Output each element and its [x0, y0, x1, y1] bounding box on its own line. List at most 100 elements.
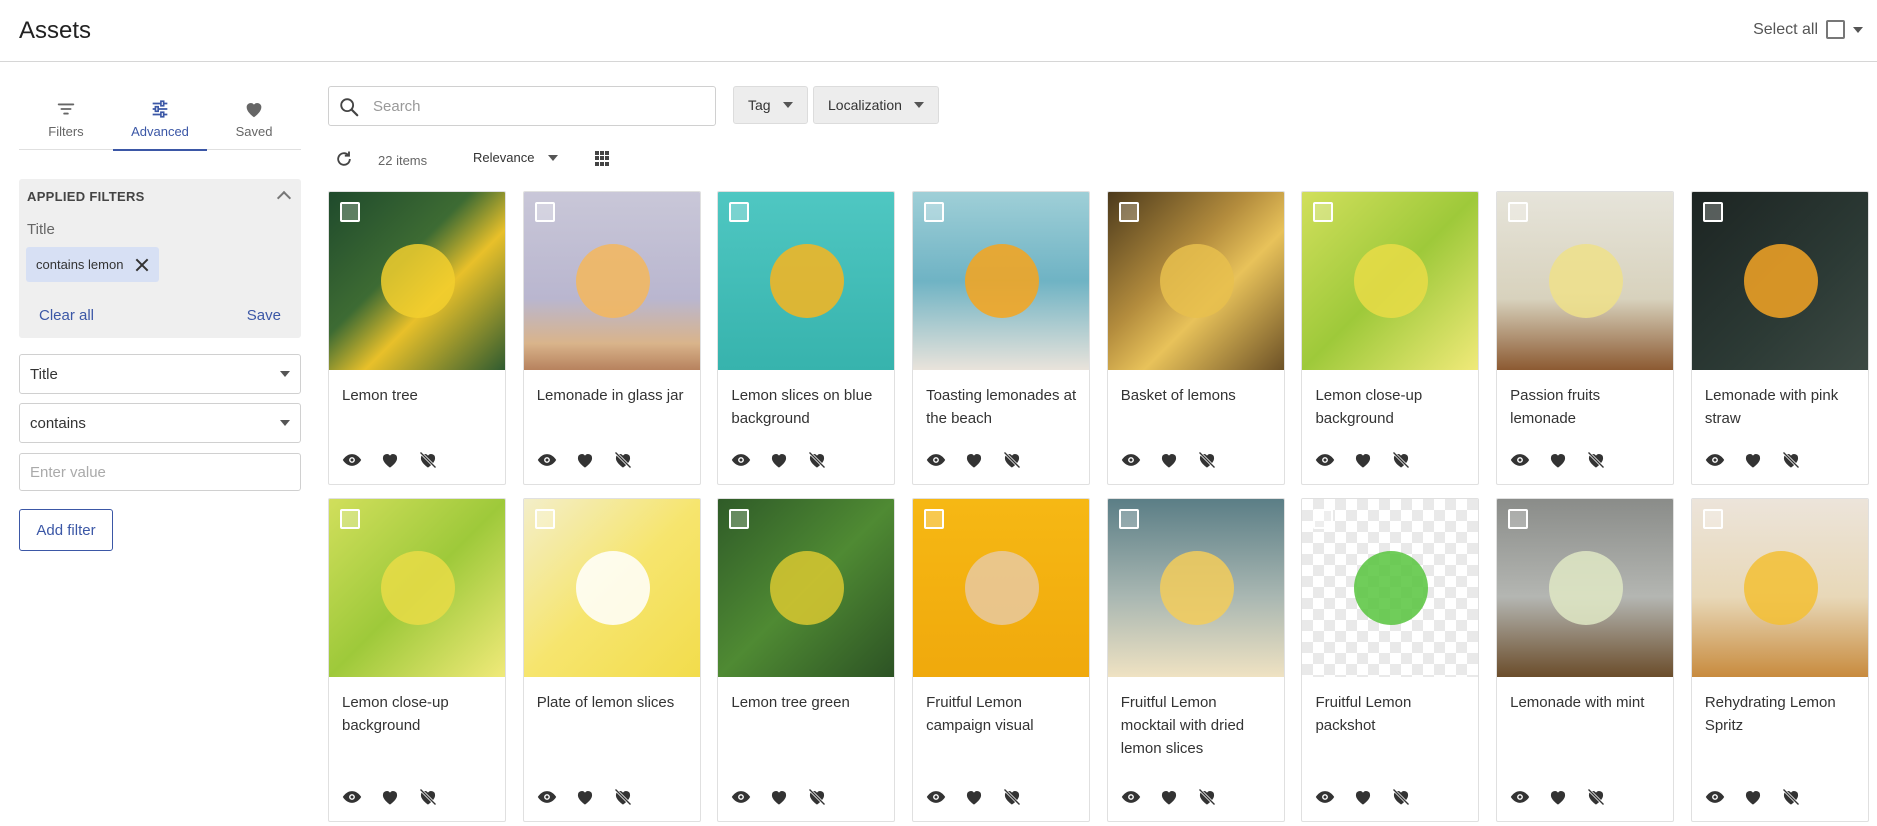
- asset-select-checkbox[interactable]: [924, 202, 945, 222]
- asset-thumbnail[interactable]: [1107, 192, 1284, 370]
- preview-eye-icon[interactable]: [731, 450, 751, 470]
- asset-thumbnail[interactable]: [1691, 499, 1868, 677]
- asset-thumbnail[interactable]: [329, 499, 505, 677]
- favorite-heart-icon[interactable]: [1353, 450, 1373, 470]
- close-icon[interactable]: [135, 258, 149, 272]
- preview-eye-icon[interactable]: [1510, 787, 1530, 807]
- preview-eye-icon[interactable]: [1510, 450, 1530, 470]
- asset-card[interactable]: Lemon close-up background: [1301, 191, 1480, 485]
- asset-select-checkbox[interactable]: [1702, 509, 1723, 529]
- favorite-heart-icon[interactable]: [1159, 787, 1179, 807]
- asset-select-checkbox[interactable]: [1118, 509, 1139, 529]
- asset-card[interactable]: Plate of lemon slices: [522, 498, 701, 822]
- asset-card[interactable]: Lemon tree green: [717, 498, 896, 822]
- asset-select-checkbox[interactable]: [340, 509, 360, 529]
- asset-thumbnail[interactable]: [913, 192, 1090, 370]
- asset-card[interactable]: Lemon slices on blue background: [717, 191, 896, 485]
- unfavorite-heart-icon[interactable]: [418, 450, 438, 470]
- asset-thumbnail[interactable]: [718, 499, 895, 677]
- asset-thumbnail[interactable]: [523, 192, 700, 370]
- asset-select-checkbox[interactable]: [1313, 202, 1334, 222]
- grid-view-icon[interactable]: [595, 151, 610, 166]
- preview-eye-icon[interactable]: [1315, 787, 1335, 807]
- favorite-heart-icon[interactable]: [1743, 450, 1763, 470]
- favorite-heart-icon[interactable]: [1353, 787, 1373, 807]
- favorite-heart-icon[interactable]: [380, 787, 400, 807]
- favorite-heart-icon[interactable]: [964, 787, 984, 807]
- favorite-heart-icon[interactable]: [1548, 787, 1568, 807]
- tab-advanced[interactable]: Advanced: [113, 92, 207, 151]
- unfavorite-heart-icon[interactable]: [1002, 787, 1022, 807]
- search-input[interactable]: [373, 87, 703, 125]
- unfavorite-heart-icon[interactable]: [1197, 787, 1217, 807]
- asset-select-checkbox[interactable]: [1508, 202, 1529, 222]
- chevron-down-icon[interactable]: [1853, 26, 1863, 33]
- unfavorite-heart-icon[interactable]: [1002, 450, 1022, 470]
- asset-select-checkbox[interactable]: [924, 509, 945, 529]
- favorite-heart-icon[interactable]: [1548, 450, 1568, 470]
- asset-thumbnail[interactable]: [329, 192, 505, 370]
- asset-card[interactable]: Fruitful Lemon mocktail with dried lemon…: [1106, 498, 1285, 822]
- favorite-heart-icon[interactable]: [1159, 450, 1179, 470]
- asset-thumbnail[interactable]: [1691, 192, 1868, 370]
- preview-eye-icon[interactable]: [537, 450, 557, 470]
- asset-select-checkbox[interactable]: [1702, 202, 1723, 222]
- unfavorite-heart-icon[interactable]: [1197, 450, 1217, 470]
- preview-eye-icon[interactable]: [342, 787, 362, 807]
- unfavorite-heart-icon[interactable]: [1586, 450, 1606, 470]
- favorite-heart-icon[interactable]: [1743, 787, 1763, 807]
- preview-eye-icon[interactable]: [1705, 787, 1725, 807]
- select-all-checkbox[interactable]: [1826, 20, 1845, 39]
- preview-eye-icon[interactable]: [731, 787, 751, 807]
- preview-eye-icon[interactable]: [537, 787, 557, 807]
- preview-eye-icon[interactable]: [342, 450, 362, 470]
- preview-eye-icon[interactable]: [1315, 450, 1335, 470]
- asset-card[interactable]: Toasting lemonades at the beach: [912, 191, 1091, 485]
- unfavorite-heart-icon[interactable]: [1781, 787, 1801, 807]
- asset-card[interactable]: Passion fruits lemonade: [1496, 191, 1675, 485]
- favorite-heart-icon[interactable]: [380, 450, 400, 470]
- preview-eye-icon[interactable]: [1121, 450, 1141, 470]
- tab-saved[interactable]: Saved: [207, 92, 301, 150]
- unfavorite-heart-icon[interactable]: [613, 787, 633, 807]
- asset-select-checkbox[interactable]: [729, 509, 750, 529]
- asset-thumbnail[interactable]: [913, 499, 1090, 677]
- favorite-heart-icon[interactable]: [575, 450, 595, 470]
- favorite-heart-icon[interactable]: [769, 787, 789, 807]
- tab-filters[interactable]: Filters: [19, 92, 113, 150]
- asset-select-checkbox[interactable]: [534, 202, 555, 222]
- unfavorite-heart-icon[interactable]: [807, 450, 827, 470]
- asset-select-checkbox[interactable]: [534, 509, 555, 529]
- asset-card[interactable]: Lemonade with pink straw: [1690, 191, 1869, 485]
- preview-eye-icon[interactable]: [926, 450, 946, 470]
- asset-thumbnail[interactable]: [1302, 192, 1479, 370]
- asset-select-checkbox[interactable]: [1313, 509, 1334, 529]
- sort-dropdown[interactable]: Relevance: [473, 150, 559, 165]
- favorite-heart-icon[interactable]: [575, 787, 595, 807]
- asset-card[interactable]: Lemonade in glass jar: [522, 191, 701, 485]
- unfavorite-heart-icon[interactable]: [613, 450, 633, 470]
- add-filter-button[interactable]: Add filter: [19, 509, 113, 551]
- unfavorite-heart-icon[interactable]: [1391, 787, 1411, 807]
- asset-thumbnail[interactable]: [718, 192, 895, 370]
- asset-select-checkbox[interactable]: [729, 202, 750, 222]
- asset-thumbnail[interactable]: [1497, 499, 1674, 677]
- preview-eye-icon[interactable]: [1121, 787, 1141, 807]
- asset-select-checkbox[interactable]: [1508, 509, 1529, 529]
- unfavorite-heart-icon[interactable]: [1586, 787, 1606, 807]
- unfavorite-heart-icon[interactable]: [1391, 450, 1411, 470]
- refresh-icon[interactable]: [334, 149, 354, 169]
- localization-dropdown[interactable]: Localization: [813, 86, 939, 124]
- unfavorite-heart-icon[interactable]: [418, 787, 438, 807]
- search-box[interactable]: [328, 86, 716, 126]
- asset-card[interactable]: Basket of lemons: [1106, 191, 1285, 485]
- preview-eye-icon[interactable]: [1705, 450, 1725, 470]
- clear-all-button[interactable]: Clear all: [39, 307, 94, 324]
- asset-thumbnail[interactable]: [1497, 192, 1674, 370]
- unfavorite-heart-icon[interactable]: [1781, 450, 1801, 470]
- asset-card[interactable]: Fruitful Lemon campaign visual: [912, 498, 1091, 822]
- asset-card[interactable]: Rehydrating Lemon Spritz: [1690, 498, 1869, 822]
- asset-select-checkbox[interactable]: [1118, 202, 1139, 222]
- asset-thumbnail[interactable]: [523, 499, 700, 677]
- asset-card[interactable]: Lemon close-up background: [328, 498, 506, 822]
